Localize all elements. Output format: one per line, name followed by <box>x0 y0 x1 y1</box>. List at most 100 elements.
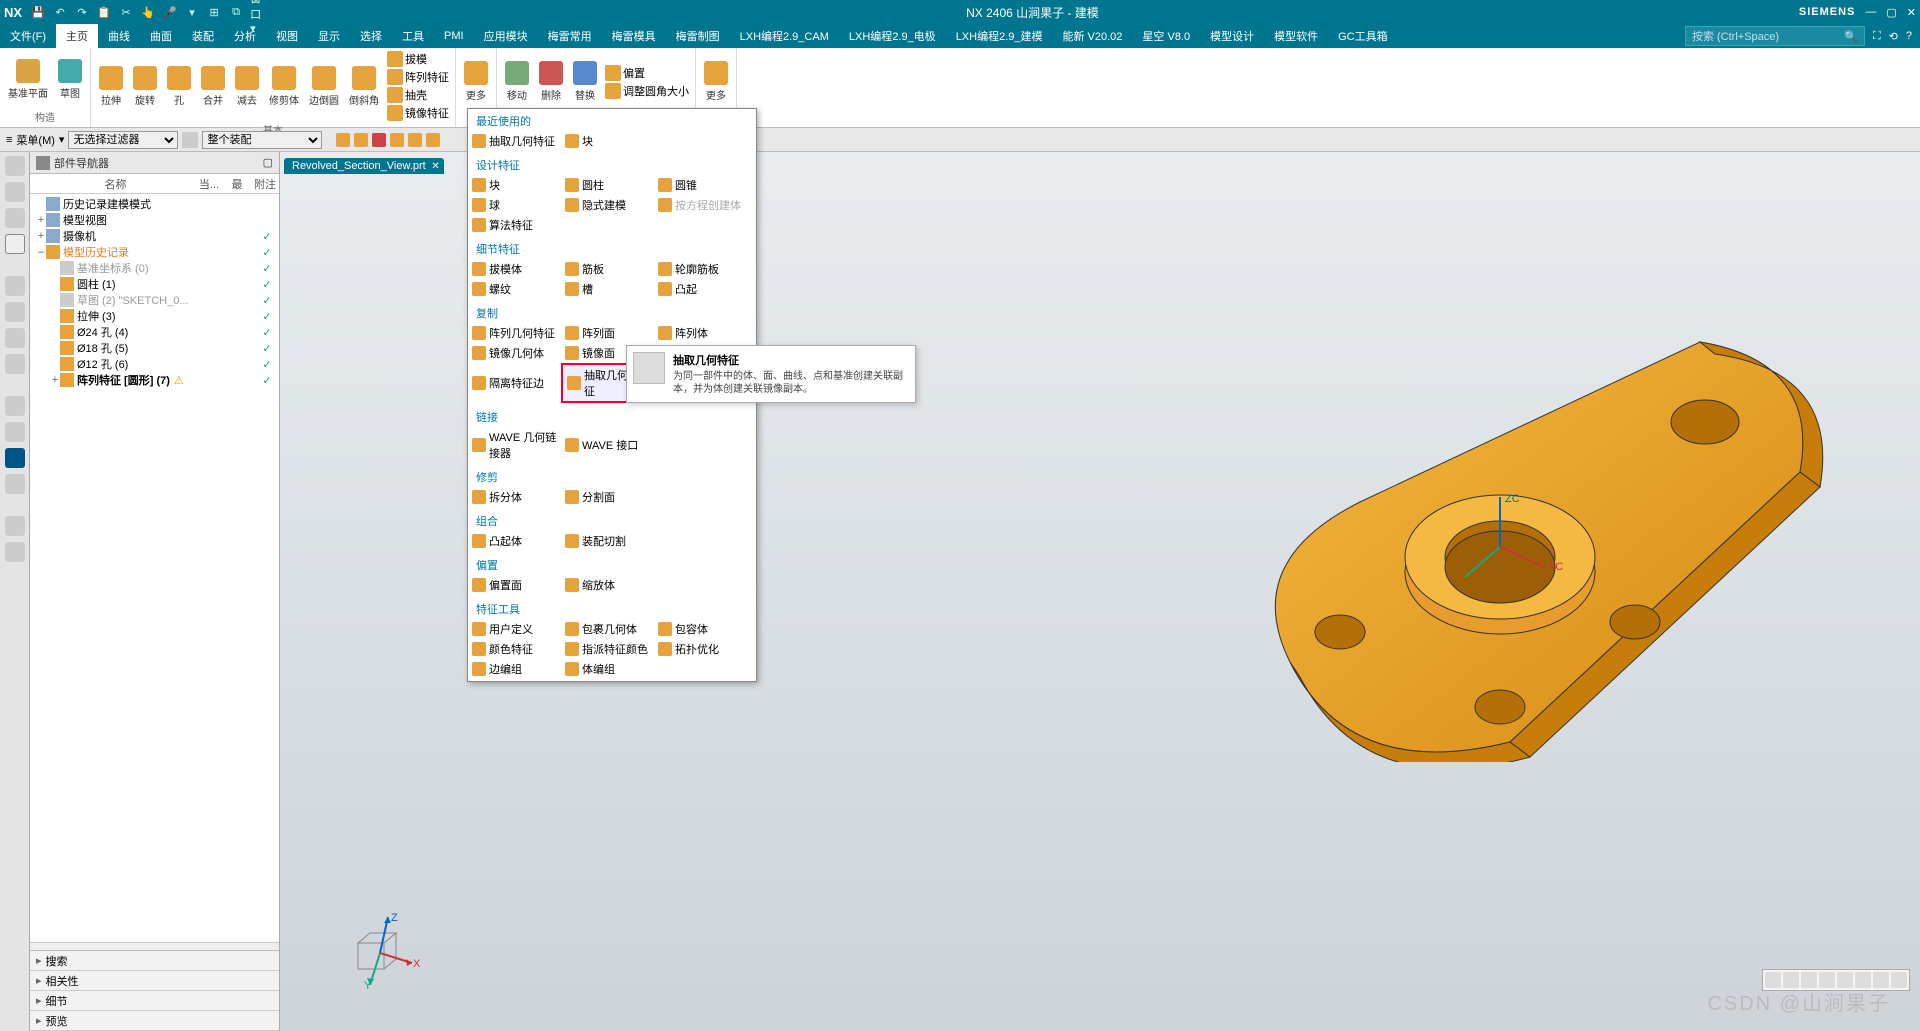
ribbon-button[interactable]: 更多 <box>460 50 492 113</box>
switch-icon[interactable]: ⧉ <box>228 4 244 20</box>
help-icon[interactable]: ? <box>1906 30 1912 43</box>
menu-item[interactable]: 凸起 <box>654 279 747 299</box>
menu-item[interactable]: 装配切割 <box>561 531 654 551</box>
undo-icon[interactable]: ↶ <box>52 4 68 20</box>
ribbon-button[interactable]: 修剪体 <box>265 50 303 122</box>
nav-icon-7[interactable] <box>5 354 25 374</box>
ribbon-button[interactable]: 减去 <box>231 50 263 122</box>
menu-item[interactable]: 拆分体 <box>468 487 561 507</box>
nav-icon-4[interactable] <box>5 276 25 296</box>
ribbon-button[interactable]: 拉伸 <box>95 50 127 122</box>
close-icon[interactable]: ✕ <box>1907 6 1916 19</box>
ribbon-tab[interactable]: 梅雷常用 <box>538 24 602 48</box>
tree-row[interactable]: –模型历史记录✓ <box>30 244 279 260</box>
view-btn-3[interactable] <box>1801 972 1817 988</box>
nav-icon-5[interactable] <box>5 302 25 322</box>
menu-item[interactable]: 缩放体 <box>561 575 654 595</box>
ribbon-tab[interactable]: 工具 <box>392 24 434 48</box>
col-name[interactable]: 名称 <box>30 176 195 192</box>
tree-row[interactable]: 拉伸 (3)✓ <box>30 308 279 324</box>
menu-item[interactable]: 螺纹 <box>468 279 561 299</box>
menu-item[interactable]: 块 <box>468 175 561 195</box>
sel-icon-3[interactable] <box>372 133 386 147</box>
ribbon-button[interactable]: 基准平面 <box>4 50 52 109</box>
nav-icon-10[interactable] <box>5 448 25 468</box>
menu-button[interactable]: 菜单(M) <box>16 132 55 148</box>
ribbon-tab[interactable]: 显示 <box>308 24 350 48</box>
view-triad[interactable]: X Y Z <box>340 911 420 991</box>
nav-icon-12[interactable] <box>5 516 25 536</box>
menu-item[interactable]: 体编组 <box>561 659 654 679</box>
menu-item[interactable]: 拔模体 <box>468 259 561 279</box>
ribbon-tab[interactable]: LXH编程2.9_建模 <box>946 24 1053 48</box>
view-btn-6[interactable] <box>1855 972 1871 988</box>
view-btn-2[interactable] <box>1783 972 1799 988</box>
col-last[interactable]: 最 <box>223 176 251 192</box>
ribbon-tab[interactable]: 梅雷模具 <box>602 24 666 48</box>
ribbon-tab[interactable]: 梅雷制图 <box>666 24 730 48</box>
redo-icon[interactable]: ↷ <box>74 4 90 20</box>
nav-icon-2[interactable] <box>5 208 25 228</box>
ribbon-tab[interactable]: 应用模块 <box>474 24 538 48</box>
ribbon-small-button[interactable]: 阵列特征 <box>385 68 451 86</box>
tree-row[interactable]: +阵列特征 [圆形] (7)⚠✓ <box>30 372 279 388</box>
menu-item[interactable]: WAVE 几何链接器 <box>468 427 561 463</box>
ribbon-small-button[interactable]: 偏置 <box>603 64 691 82</box>
selection-filter[interactable]: 无选择过滤器 <box>68 131 178 149</box>
ribbon-button[interactable]: 旋转 <box>129 50 161 122</box>
nav-icon-8[interactable] <box>5 396 25 416</box>
ribbon-tab[interactable]: 选择 <box>350 24 392 48</box>
nav-icon-11[interactable] <box>5 474 25 494</box>
menu-item[interactable]: 球 <box>468 195 561 215</box>
accordion-header[interactable]: ▸细节 <box>30 991 279 1011</box>
panel-close-icon[interactable]: ▢ <box>263 156 273 169</box>
cut-icon[interactable]: ✂ <box>118 4 134 20</box>
settings-icon[interactable] <box>5 156 25 176</box>
ribbon-tab[interactable]: 装配 <box>182 24 224 48</box>
ribbon-button[interactable]: 边倒圆 <box>305 50 343 122</box>
tree-row[interactable]: 圆柱 (1)✓ <box>30 276 279 292</box>
menu-item[interactable]: 包容体 <box>654 619 747 639</box>
menu-item[interactable]: 颜色特征 <box>468 639 561 659</box>
menu-item[interactable]: 轮廓筋板 <box>654 259 747 279</box>
restore-icon[interactable]: ▢ <box>1886 6 1896 19</box>
menu-item[interactable]: 用户定义 <box>468 619 561 639</box>
sel-icon-4[interactable] <box>390 133 404 147</box>
window-dd[interactable]: 窗口▾ <box>250 4 266 20</box>
reset-icon[interactable]: ⟲ <box>1889 30 1898 43</box>
menu-item[interactable]: 凸起体 <box>468 531 561 551</box>
menu-item[interactable]: 抽取几何特征 <box>468 131 561 151</box>
tree-row[interactable]: 基准坐标系 (0)✓ <box>30 260 279 276</box>
tree-row[interactable]: 草图 (2) "SKETCH_0...✓ <box>30 292 279 308</box>
filter-icon[interactable] <box>182 132 198 148</box>
col-note[interactable]: 附注 <box>251 176 279 192</box>
ribbon-tab[interactable]: 主页 <box>56 24 98 48</box>
accordion-header[interactable]: ▸搜索 <box>30 951 279 971</box>
view-btn-5[interactable] <box>1837 972 1853 988</box>
menu-item[interactable]: 按方程创建体 <box>654 195 747 215</box>
menu-item[interactable]: 槽 <box>561 279 654 299</box>
tree-row[interactable]: +模型视图 <box>30 212 279 228</box>
menu-item[interactable]: 阵列几何特征 <box>468 323 561 343</box>
ribbon-button[interactable]: 更多 <box>700 50 732 113</box>
ribbon-tab[interactable]: 模型软件 <box>1264 24 1328 48</box>
ribbon-button[interactable]: 草图 <box>54 50 86 109</box>
accordion-header[interactable]: ▸相关性 <box>30 971 279 991</box>
feature-tree[interactable]: 历史记录建模模式+模型视图+摄像机✓–模型历史记录✓基准坐标系 (0)✓圆柱 (… <box>30 194 279 942</box>
view-btn-8[interactable] <box>1891 972 1907 988</box>
ribbon-tab[interactable]: 文件(F) <box>0 24 56 48</box>
menu-item[interactable]: 偏置面 <box>468 575 561 595</box>
menu-item[interactable]: 圆锥 <box>654 175 747 195</box>
ribbon-button[interactable]: 替换 <box>569 50 601 113</box>
menu-item[interactable]: 拓扑优化 <box>654 639 747 659</box>
ribbon-button[interactable]: 删除 <box>535 50 567 113</box>
menu-item[interactable]: 镜像几何体 <box>468 343 561 363</box>
ribbon-button[interactable]: 移动 <box>501 50 533 113</box>
file-tab[interactable]: Revolved_Section_View.prt ✕ <box>284 158 444 174</box>
menu-item[interactable]: 阵列体 <box>654 323 747 343</box>
ribbon-small-button[interactable]: 抽壳 <box>385 86 451 104</box>
ribbon-tab[interactable]: GC工具箱 <box>1328 24 1398 48</box>
window-icon[interactable]: ⊞ <box>206 4 222 20</box>
ribbon-small-button[interactable]: 调整圆角大小 <box>603 82 691 100</box>
view-btn-1[interactable] <box>1765 972 1781 988</box>
